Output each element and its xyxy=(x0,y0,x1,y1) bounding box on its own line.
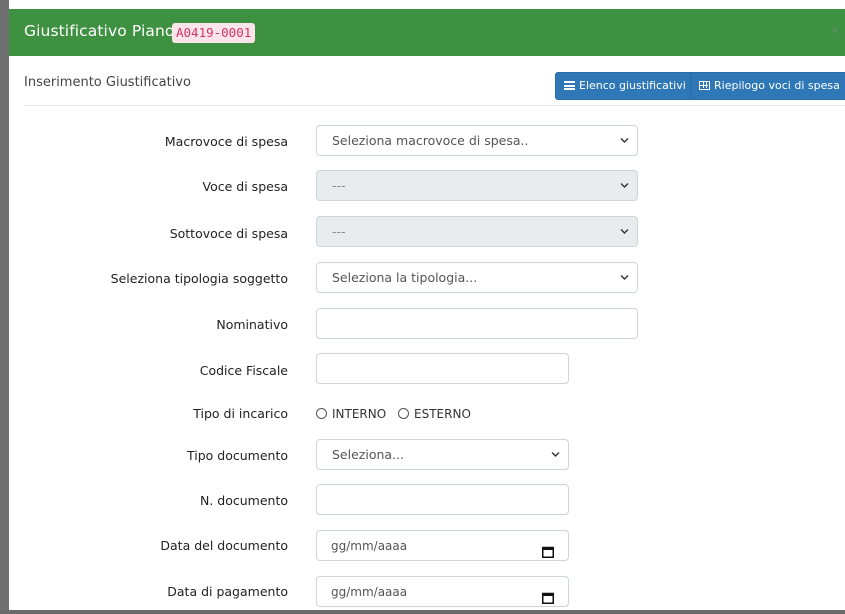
data-pagamento-input[interactable]: gg/mm/aaaa xyxy=(316,576,569,607)
riepilogo-voci-label: Riepilogo voci di spesa xyxy=(714,79,840,92)
voce-value: --- xyxy=(332,178,346,193)
tipologia-select[interactable]: Seleziona la tipologia... xyxy=(316,262,638,293)
tipo-incarico-radio-group: INTERNO ESTERNO xyxy=(316,407,479,427)
radio-esterno-label: ESTERNO xyxy=(414,407,471,421)
macrovoce-label: Macrovoce di spesa xyxy=(164,134,288,149)
nominativo-label: Nominativo xyxy=(216,317,288,332)
chevron-down-icon xyxy=(620,136,629,145)
overlay-strip xyxy=(0,0,9,610)
chevron-down-icon xyxy=(620,227,629,236)
tipologia-value: Seleziona la tipologia... xyxy=(332,270,478,285)
list-icon xyxy=(564,81,575,90)
radio-icon xyxy=(316,408,327,419)
piano-code-badge: A0419-0001 xyxy=(172,23,256,43)
radio-interno-label: INTERNO xyxy=(332,407,387,421)
n-documento-input[interactable] xyxy=(316,484,569,515)
sottovoce-label: Sottovoce di spesa xyxy=(169,226,288,241)
tipo-incarico-label: Tipo di incarico xyxy=(193,406,288,421)
chevron-down-icon xyxy=(551,450,560,459)
sottovoce-value: --- xyxy=(332,224,346,239)
modal-title: Giustificativo Piano xyxy=(24,22,175,40)
n-documento-label: N. documento xyxy=(199,493,288,508)
riepilogo-voci-button[interactable]: Riepilogo voci di spesa xyxy=(690,72,845,100)
giustificativo-modal: Giustificativo Piano A0419-0001 × Inseri… xyxy=(9,9,845,610)
tipo-documento-label: Tipo documento xyxy=(187,448,288,463)
subheader-divider xyxy=(24,105,845,106)
data-documento-label: Data del documento xyxy=(160,538,288,553)
elenco-giustificativi-label: Elenco giustificativi xyxy=(579,79,686,92)
radio-icon xyxy=(398,408,410,419)
sottovoce-select[interactable]: --- xyxy=(316,216,638,247)
chevron-down-icon xyxy=(620,181,629,190)
tipologia-label: Seleziona tipologia soggetto xyxy=(110,271,288,286)
voce-label: Voce di spesa xyxy=(202,179,288,194)
macrovoce-select[interactable]: Seleziona macrovoce di spesa.. xyxy=(316,125,638,156)
chevron-down-icon xyxy=(620,273,629,282)
calendar-icon[interactable] xyxy=(542,539,554,558)
elenco-giustificativi-button[interactable]: Elenco giustificativi xyxy=(555,72,695,100)
codice-fiscale-input[interactable] xyxy=(316,353,569,384)
table-icon xyxy=(699,81,710,90)
tipo-documento-select[interactable]: Seleziona... xyxy=(316,439,569,470)
codice-fiscale-label: Codice Fiscale xyxy=(199,363,288,378)
macrovoce-value: Seleziona macrovoce di spesa.. xyxy=(332,133,529,148)
modal-header: Giustificativo Piano A0419-0001 × xyxy=(9,9,845,56)
voce-select[interactable]: --- xyxy=(316,170,638,201)
radio-esterno[interactable]: ESTERNO xyxy=(398,407,471,421)
data-documento-value: gg/mm/aaaa xyxy=(331,539,408,553)
nominativo-input[interactable] xyxy=(316,308,638,339)
calendar-icon[interactable] xyxy=(542,585,554,604)
data-pagamento-value: gg/mm/aaaa xyxy=(331,585,408,599)
close-icon[interactable]: × xyxy=(829,24,841,38)
data-pagamento-label: Data di pagamento xyxy=(167,584,288,599)
subheader-title: Inserimento Giustificativo xyxy=(24,75,191,90)
radio-interno[interactable]: INTERNO xyxy=(316,407,386,421)
tipo-documento-value: Seleziona... xyxy=(332,447,404,462)
data-documento-input[interactable]: gg/mm/aaaa xyxy=(316,530,569,561)
